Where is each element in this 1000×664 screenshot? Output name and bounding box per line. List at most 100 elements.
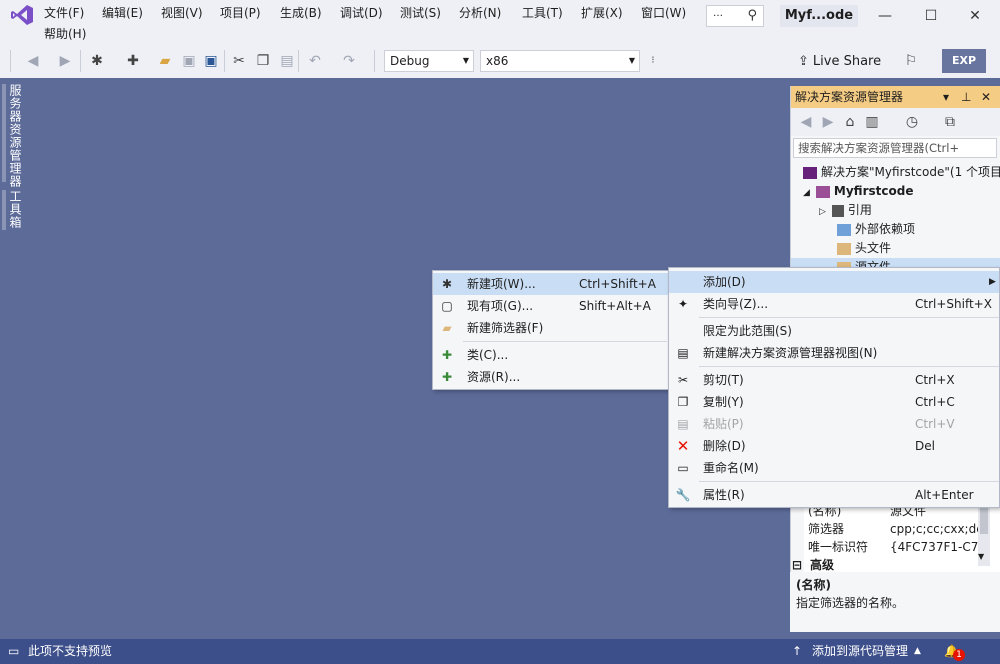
cut-icon[interactable]: ✂ <box>230 52 248 70</box>
up-arrow-icon: ↑ <box>792 644 803 658</box>
maximize-button[interactable]: ☐ <box>916 4 946 28</box>
tree-item-solution[interactable]: 解决方案"Myfirstcode"(1 个项目 <box>791 163 1000 182</box>
menu-item-existing-item[interactable]: ▢ 现有项(G)... Shift+Alt+A <box>433 295 669 317</box>
menu-item-resource[interactable]: ✚ 资源(R)... <box>433 366 669 388</box>
save-all-icon[interactable]: ▣ <box>202 52 220 70</box>
close-button[interactable]: ✕ <box>960 4 990 28</box>
toolbar-separator <box>80 50 81 72</box>
menu-item-shortcut: Ctrl+X <box>915 373 955 387</box>
save-icon[interactable]: ▣ <box>180 52 198 70</box>
forward-icon[interactable]: ▶ <box>819 113 837 131</box>
menu-item-new-view[interactable]: ▤ 新建解决方案资源管理器视图(N) <box>669 342 999 364</box>
live-share-button[interactable]: ⇪ Live Share <box>798 52 881 72</box>
chevron-down-icon: ▼ <box>462 56 469 65</box>
menu-analyze[interactable]: 分析(N) <box>459 5 501 21</box>
scroll-down-icon[interactable]: ▼ <box>978 552 984 561</box>
properties-scrollbar[interactable]: ▼ <box>978 502 990 566</box>
chevron-up-icon[interactable]: ▲ <box>914 639 921 664</box>
menu-item-label: 剪切(T) <box>703 373 744 387</box>
menu-window[interactable]: 窗口(W) <box>641 5 686 21</box>
paste-icon: ▤ <box>677 417 689 431</box>
status-icon: ▭ <box>8 644 20 658</box>
menu-build[interactable]: 生成(B) <box>280 5 322 21</box>
menu-separator <box>463 341 667 342</box>
back-icon[interactable]: ◀ <box>24 52 42 70</box>
toolbar-separator <box>224 50 225 72</box>
chevron-down-icon: ▼ <box>628 56 635 65</box>
property-row[interactable]: 筛选器 cpp;c;cc;cxx;de <box>804 520 1000 538</box>
menu-test[interactable]: 测试(S) <box>400 5 441 21</box>
exp-badge[interactable]: EXP <box>942 49 986 73</box>
copy-icon[interactable]: ❐ <box>254 52 272 70</box>
quick-search-input[interactable]: … ⚲ <box>706 5 764 27</box>
solution-explorer-toolbar: ◀ ▶ ⌂ ▥ ◷ ⧉ <box>791 108 1000 136</box>
new-project-icon[interactable]: ✱ <box>88 52 106 70</box>
add-to-source-control-button[interactable]: 添加到源代码管理 <box>812 639 908 664</box>
tree-item-project[interactable]: ◢ Myfirstcode <box>791 182 1000 201</box>
menu-item-paste[interactable]: ▤ 粘贴(P) Ctrl+V <box>669 413 999 435</box>
solution-name-badge[interactable]: Myf...ode <box>780 5 858 27</box>
tree-item-references[interactable]: ▷ 引用 <box>791 201 1000 220</box>
menu-item-class[interactable]: ✚ 类(C)... <box>433 344 669 366</box>
tree-item-label: Myfirstcode <box>833 184 914 198</box>
undo-icon[interactable]: ↶ <box>306 52 324 70</box>
menu-view[interactable]: 视图(V) <box>161 5 203 21</box>
redo-icon[interactable]: ↷ <box>340 52 358 70</box>
share-icon: ⇪ <box>798 54 809 69</box>
menu-debug[interactable]: 调试(D) <box>340 5 383 21</box>
tab-toolbox[interactable]: 工具箱 <box>8 190 24 229</box>
menu-item-new-item[interactable]: ✱ 新建项(W)... Ctrl+Shift+A <box>433 273 669 295</box>
menu-item-class-wizard[interactable]: ✦ 类向导(Z)... Ctrl+Shift+X <box>669 293 999 315</box>
collapsed-arrow-icon[interactable]: ▷ <box>819 207 826 217</box>
history-icon[interactable]: ◷ <box>903 113 921 131</box>
menu-item-scope-to-this[interactable]: 限定为此范围(S) <box>669 320 999 342</box>
tree-item-label: 外部依赖项 <box>855 222 916 236</box>
expanded-arrow-icon[interactable]: ◢ <box>803 188 810 198</box>
dropdown-icon[interactable]: ▾ <box>943 86 949 108</box>
tree-item-external-deps[interactable]: 外部依赖项 <box>791 220 1000 239</box>
add-item-icon[interactable]: ✚ <box>124 52 142 70</box>
solution-search-input[interactable]: 搜索解决方案资源管理器(Ctrl+ <box>793 138 997 158</box>
menu-item-delete[interactable]: ✕ 删除(D) Del <box>669 435 999 457</box>
paste-icon[interactable]: ▤ <box>278 52 296 70</box>
class-wizard-icon: ✦ <box>677 297 689 311</box>
scrollbar-thumb[interactable] <box>980 504 988 534</box>
open-folder-icon[interactable]: ▰ <box>156 52 174 70</box>
collapse-all-icon[interactable]: ⧉ <box>941 113 959 131</box>
home-icon[interactable]: ⌂ <box>841 113 859 131</box>
pin-icon[interactable]: ⊥ <box>961 86 971 108</box>
toolbar-overflow-icon[interactable]: ⁝ <box>644 52 662 70</box>
menu-item-new-filter[interactable]: ▰ 新建筛选器(F) <box>433 317 669 339</box>
forward-icon[interactable]: ▶ <box>56 52 74 70</box>
menu-help[interactable]: 帮助(H) <box>44 26 86 42</box>
menu-extensions[interactable]: 扩展(X) <box>581 5 623 21</box>
menu-item-add[interactable]: 添加(D) ▶ <box>669 271 999 293</box>
close-icon[interactable]: ✕ <box>981 86 991 108</box>
solution-configuration-select[interactable]: Debug ▼ <box>384 50 474 72</box>
menu-project[interactable]: 项目(P) <box>220 5 261 21</box>
menu-item-properties[interactable]: 🔧 属性(R) Alt+Enter <box>669 484 999 506</box>
back-icon[interactable]: ◀ <box>797 113 815 131</box>
menu-item-rename[interactable]: ▭ 重命名(M) <box>669 457 999 479</box>
tree-item-header-files[interactable]: 头文件 <box>791 239 1000 258</box>
switch-views-icon[interactable]: ▥ <box>863 113 881 131</box>
tab-server-explorer[interactable]: 服务器资源管理器 <box>8 84 24 188</box>
minimize-button[interactable]: — <box>870 4 900 28</box>
menu-tools[interactable]: 工具(T) <box>522 5 563 21</box>
submenu-arrow-icon: ▶ <box>989 277 996 287</box>
menu-item-shortcut: Ctrl+Shift+X <box>915 297 992 311</box>
solution-platform-select[interactable]: x86 ▼ <box>480 50 640 72</box>
menu-item-copy[interactable]: ❐ 复制(Y) Ctrl+C <box>669 391 999 413</box>
feedback-icon[interactable]: ⚐ <box>902 52 920 70</box>
context-menu: 添加(D) ▶ ✦ 类向导(Z)... Ctrl+Shift+X 限定为此范围(… <box>668 267 1000 508</box>
menu-item-cut[interactable]: ✂ 剪切(T) Ctrl+X <box>669 369 999 391</box>
visual-studio-logo-icon[interactable] <box>10 4 34 26</box>
property-row[interactable]: 唯一标识符 {4FC737F1-C7A <box>804 538 1000 556</box>
menu-separator <box>699 366 999 367</box>
menu-edit[interactable]: 编辑(E) <box>102 5 143 21</box>
solution-icon <box>803 166 817 179</box>
toolbar-grip[interactable] <box>10 50 11 72</box>
title-menu-bar: 文件(F) 编辑(E) 视图(V) 项目(P) 生成(B) 调试(D) 测试(S… <box>0 0 1000 44</box>
menu-file[interactable]: 文件(F) <box>44 5 84 21</box>
solution-explorer-header: 解决方案资源管理器 ▾ ⊥ ✕ <box>791 86 1000 108</box>
